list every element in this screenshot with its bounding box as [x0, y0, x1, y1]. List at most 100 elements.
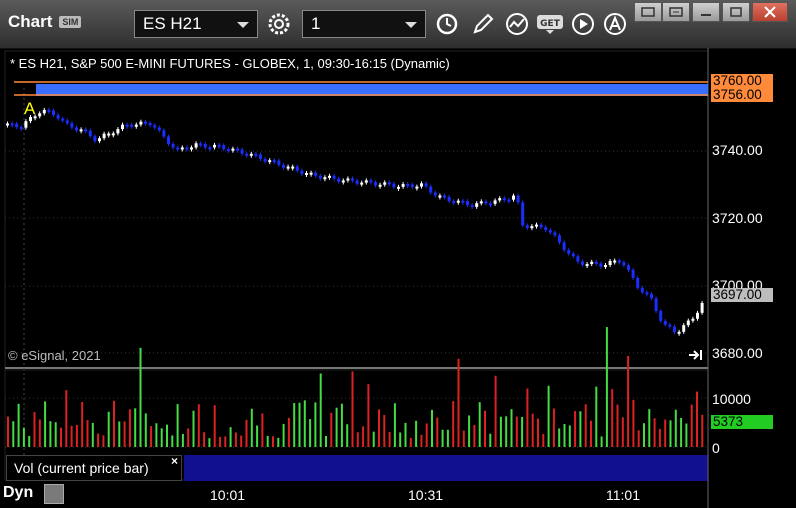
candle [645, 292, 649, 295]
volume-bar [690, 404, 693, 447]
candle [328, 175, 331, 178]
candle [346, 178, 350, 181]
volume-study-label[interactable]: Vol (current price bar) [6, 455, 182, 481]
volume-bar [457, 358, 460, 447]
candle [420, 183, 423, 187]
volume-bar [44, 401, 47, 447]
close-button[interactable] [752, 2, 788, 22]
volume-tick: 10000 [712, 391, 751, 407]
interval-combo[interactable]: 1 [302, 10, 426, 38]
candle [700, 302, 704, 313]
draw-button[interactable] [470, 11, 496, 37]
candle [438, 195, 442, 198]
candle [56, 114, 60, 119]
volume-bar [552, 408, 555, 447]
close-icon[interactable]: × [171, 454, 178, 468]
restore-small-button[interactable] [634, 2, 662, 22]
candle [360, 182, 364, 185]
candle [392, 183, 396, 188]
volume-bar [240, 435, 243, 447]
volume-bar [261, 413, 264, 447]
time-tick: 11:01 [606, 487, 640, 503]
symbol-combo[interactable]: ES H21 [134, 10, 258, 38]
candle [452, 201, 456, 204]
volume-bar [367, 384, 370, 447]
candle [226, 149, 230, 152]
scroll-to-end-icon[interactable] [688, 348, 704, 362]
candle [456, 200, 460, 203]
volume-bar [213, 405, 216, 447]
dynamic-mode-button[interactable]: Dyn [3, 484, 33, 502]
volume-bar [266, 435, 269, 447]
play-button[interactable] [570, 11, 596, 37]
band-lower-label: 3756.00 [711, 88, 773, 102]
volume-bar [605, 327, 608, 447]
volume-bar [510, 409, 513, 447]
volume-bar [160, 428, 163, 447]
band-fill [36, 84, 708, 96]
volume-bar [547, 385, 550, 447]
alert-button[interactable] [602, 11, 628, 37]
volume-bar [272, 436, 274, 447]
volume-bar [611, 389, 614, 447]
candle [622, 262, 626, 266]
pencil-icon [473, 13, 494, 34]
svg-text:GET: GET [540, 19, 561, 29]
volume-bar [378, 409, 380, 447]
candle [378, 184, 382, 187]
chart-header: * ES H21, S&P 500 E-MINI FUTURES - GLOBE… [10, 56, 450, 71]
candle [125, 124, 129, 127]
candle [176, 147, 180, 150]
candle [544, 227, 548, 231]
volume-bar [203, 432, 206, 447]
minimize-button[interactable] [692, 2, 720, 22]
chevron-down-icon[interactable] [237, 22, 249, 28]
link-button[interactable] [662, 2, 690, 22]
get-button[interactable]: GET [536, 11, 564, 37]
volume-bar [563, 423, 566, 447]
time-button[interactable] [434, 11, 460, 37]
volume-bar [425, 423, 428, 447]
candle [387, 182, 391, 185]
price-chart[interactable] [0, 48, 796, 508]
candle [341, 180, 345, 183]
candle [461, 200, 465, 203]
price-panel [4, 50, 709, 369]
candle [576, 256, 580, 262]
volume-bar [166, 424, 168, 447]
volume-bar [478, 402, 481, 447]
candle [153, 125, 157, 128]
volume-bar [139, 347, 142, 447]
volume-bar [579, 411, 582, 447]
time-tick: 10:31 [408, 487, 444, 503]
candle [254, 153, 258, 156]
settings-button[interactable] [266, 11, 292, 37]
lock-icon[interactable] [44, 484, 64, 504]
candle [581, 261, 584, 265]
candle [502, 198, 506, 201]
candle [627, 265, 630, 270]
candle [466, 201, 469, 206]
studies-button[interactable] [504, 11, 530, 37]
candle [691, 318, 695, 321]
price-tick: 3720.00 [712, 210, 763, 226]
volume-bar [287, 417, 290, 447]
candle [406, 184, 410, 187]
volume-bar [309, 419, 312, 447]
maximize-button[interactable] [722, 2, 750, 22]
candle [259, 154, 262, 160]
candle [374, 182, 377, 186]
candle [401, 184, 405, 187]
volume-bar [250, 408, 253, 447]
candle [185, 147, 189, 150]
volume-bar [123, 421, 126, 447]
candle [19, 127, 23, 130]
volume-bar [627, 355, 630, 447]
chevron-down-icon[interactable] [405, 22, 417, 28]
candle [61, 118, 65, 121]
candle [429, 186, 433, 193]
volume-bar [293, 403, 296, 447]
volume-bar [383, 415, 386, 447]
volume-bar [245, 419, 248, 447]
volume-bar [113, 400, 115, 447]
